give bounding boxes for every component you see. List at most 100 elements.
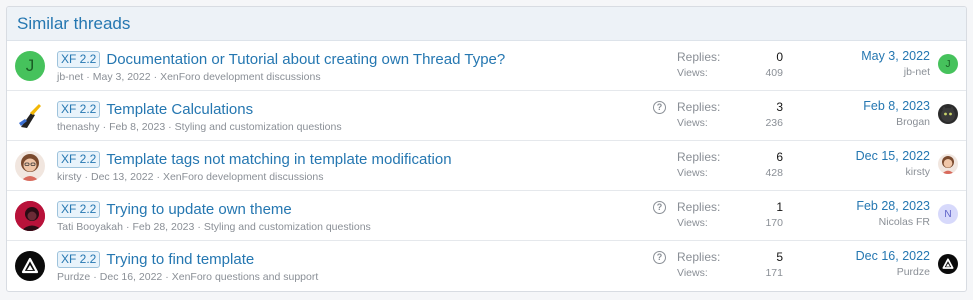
- thread-meta: thenashy · Feb 8, 2023 · Styling and customi…: [57, 121, 342, 133]
- thread-stats: Replies: 5 Views: 171: [677, 250, 783, 279]
- last-post-date-link[interactable]: May 3, 2022: [861, 49, 930, 63]
- last-post-user-link[interactable]: jb-net: [861, 66, 930, 78]
- last-post-date-link[interactable]: Feb 8, 2023: [863, 99, 930, 113]
- portrait-graphic: [15, 201, 45, 231]
- avatar-letter: J: [25, 56, 35, 75]
- user-avatar[interactable]: [15, 101, 45, 131]
- replies-count: 1: [776, 200, 783, 214]
- thread-prefix-label[interactable]: XF 2.2: [57, 100, 101, 118]
- triangle-logo-icon: [942, 258, 954, 269]
- thread-forum-link[interactable]: Styling and customization questions: [204, 221, 371, 233]
- thread-title-link[interactable]: Documentation or Tutorial about creating…: [106, 51, 505, 68]
- thread-prefix-label[interactable]: XF 2.2: [57, 250, 101, 268]
- thread-start-date[interactable]: Feb 28, 2023: [132, 221, 194, 233]
- similar-threads-block: Similar threads J XF 2.2 Documentation o…: [6, 6, 967, 292]
- thread-start-date[interactable]: Dec 16, 2022: [100, 271, 162, 283]
- avatar-letter: J: [945, 58, 951, 70]
- user-avatar[interactable]: [15, 201, 45, 231]
- last-poster-avatar[interactable]: N: [938, 204, 958, 224]
- replies-label: Replies:: [677, 50, 721, 64]
- thread-main: XF 2.2 Trying to update own theme Tati B…: [57, 199, 647, 233]
- question-circle-icon: ?: [653, 201, 666, 214]
- replies-count: 6: [776, 150, 783, 164]
- last-post-date-link[interactable]: Feb 28, 2023: [856, 199, 930, 213]
- last-post-user-link[interactable]: Brogan: [863, 116, 930, 128]
- thread-author-link[interactable]: kirsty: [57, 171, 82, 183]
- thread-author-link[interactable]: jb-net: [57, 71, 83, 83]
- views-count: 428: [765, 167, 783, 179]
- user-avatar[interactable]: J: [15, 51, 45, 81]
- last-post-user-link[interactable]: kirsty: [856, 166, 931, 178]
- thread-main: XF 2.2 Template Calculations thenashy · Fe…: [57, 99, 647, 133]
- thread-title-link[interactable]: Trying to update own theme: [106, 201, 291, 218]
- thread-meta: kirsty · Dec 13, 2022 · XenForo development …: [57, 171, 324, 183]
- thread-stats: Replies: 3 Views: 236: [677, 100, 783, 129]
- thread-start-date[interactable]: Feb 8, 2023: [109, 121, 165, 133]
- thread-stats: Replies: 1 Views: 170: [677, 200, 783, 229]
- cat-photo-graphic: [941, 106, 955, 122]
- thread-start-date[interactable]: May 3, 2022: [93, 71, 151, 83]
- thread-row: J XF 2.2 Documentation or Tutorial about…: [7, 41, 966, 91]
- thread-row: XF 2.2 Template Calculations thenashy · Fe…: [7, 91, 966, 141]
- thread-main: XF 2.2 Trying to find template Purdze · De…: [57, 249, 647, 283]
- views-count: 170: [765, 217, 783, 229]
- thread-prefix-label[interactable]: XF 2.2: [57, 200, 101, 218]
- replies-label: Replies:: [677, 200, 721, 214]
- last-poster-avatar[interactable]: [938, 154, 958, 174]
- last-post-date-link[interactable]: Dec 16, 2022: [856, 249, 930, 263]
- replies-count: 3: [776, 100, 783, 114]
- views-label: Views:: [677, 267, 708, 279]
- block-header: Similar threads: [7, 7, 966, 41]
- portrait-graphic: [942, 156, 954, 174]
- triangle-logo-icon: [21, 257, 39, 274]
- views-count: 171: [765, 267, 783, 279]
- last-poster-avatar[interactable]: [938, 104, 958, 124]
- thread-title-link[interactable]: Trying to find template: [106, 251, 254, 268]
- last-post-info: Feb 28, 2023 Nicolas FR: [856, 199, 930, 228]
- thread-prefix-label[interactable]: XF 2.2: [57, 50, 101, 68]
- thread-forum-link[interactable]: Styling and customization questions: [175, 121, 342, 133]
- replies-count: 5: [776, 250, 783, 264]
- views-label: Views:: [677, 217, 708, 229]
- thread-author-link[interactable]: thenashy: [57, 121, 100, 133]
- thread-meta: Purdze · Dec 16, 2022 · XenForo questions an…: [57, 271, 319, 283]
- thread-start-date[interactable]: Dec 13, 2022: [91, 171, 153, 183]
- views-count: 409: [765, 67, 783, 79]
- thread-main: XF 2.2 Documentation or Tutorial about c…: [57, 49, 647, 83]
- replies-count: 0: [776, 50, 783, 64]
- thread-row: XF 2.2 Trying to find template Purdze · De…: [7, 241, 966, 291]
- thread-prefix-label[interactable]: XF 2.2: [57, 150, 101, 168]
- views-label: Views:: [677, 167, 708, 179]
- last-post-info: Dec 16, 2022 Purdze: [856, 249, 930, 278]
- thread-stats: Replies: 0 Views: 409: [677, 50, 783, 79]
- views-label: Views:: [677, 117, 708, 129]
- portrait-graphic: [21, 154, 39, 181]
- thread-meta: jb-net · May 3, 2022 · XenForo development d…: [57, 71, 321, 83]
- question-circle-icon: ?: [653, 251, 666, 264]
- last-poster-avatar[interactable]: J: [938, 54, 958, 74]
- last-post-user-link[interactable]: Purdze: [856, 266, 930, 278]
- last-poster-avatar[interactable]: [938, 254, 958, 274]
- thread-main: XF 2.2 Template tags not matching in tem…: [57, 149, 647, 183]
- thread-author-link[interactable]: Tati Booyakah: [57, 221, 123, 233]
- thread-row: XF 2.2 Template tags not matching in tem…: [7, 141, 966, 191]
- thread-title-link[interactable]: Template Calculations: [106, 101, 253, 118]
- block-title: Similar threads: [17, 13, 131, 33]
- last-post-date-link[interactable]: Dec 15, 2022: [856, 149, 930, 163]
- thread-title-link[interactable]: Template tags not matching in template m…: [106, 151, 451, 168]
- avatar-letter: N: [944, 208, 952, 220]
- thread-meta: Tati Booyakah · Feb 28, 2023 · Styling and c…: [57, 221, 371, 233]
- thread-forum-link[interactable]: XenForo questions and support: [172, 271, 319, 283]
- thread-author-link[interactable]: Purdze: [57, 271, 90, 283]
- views-label: Views:: [677, 67, 708, 79]
- replies-label: Replies:: [677, 250, 721, 264]
- replies-label: Replies:: [677, 150, 721, 164]
- last-post-info: May 3, 2022 jb-net: [861, 49, 930, 78]
- last-post-user-link[interactable]: Nicolas FR: [856, 216, 930, 228]
- user-avatar[interactable]: [15, 151, 45, 181]
- thread-forum-link[interactable]: XenForo development discussions: [160, 71, 321, 83]
- thread-forum-link[interactable]: XenForo development discussions: [163, 171, 324, 183]
- views-count: 236: [765, 117, 783, 129]
- thread-stats: Replies: 6 Views: 428: [677, 150, 783, 179]
- user-avatar[interactable]: [15, 251, 45, 281]
